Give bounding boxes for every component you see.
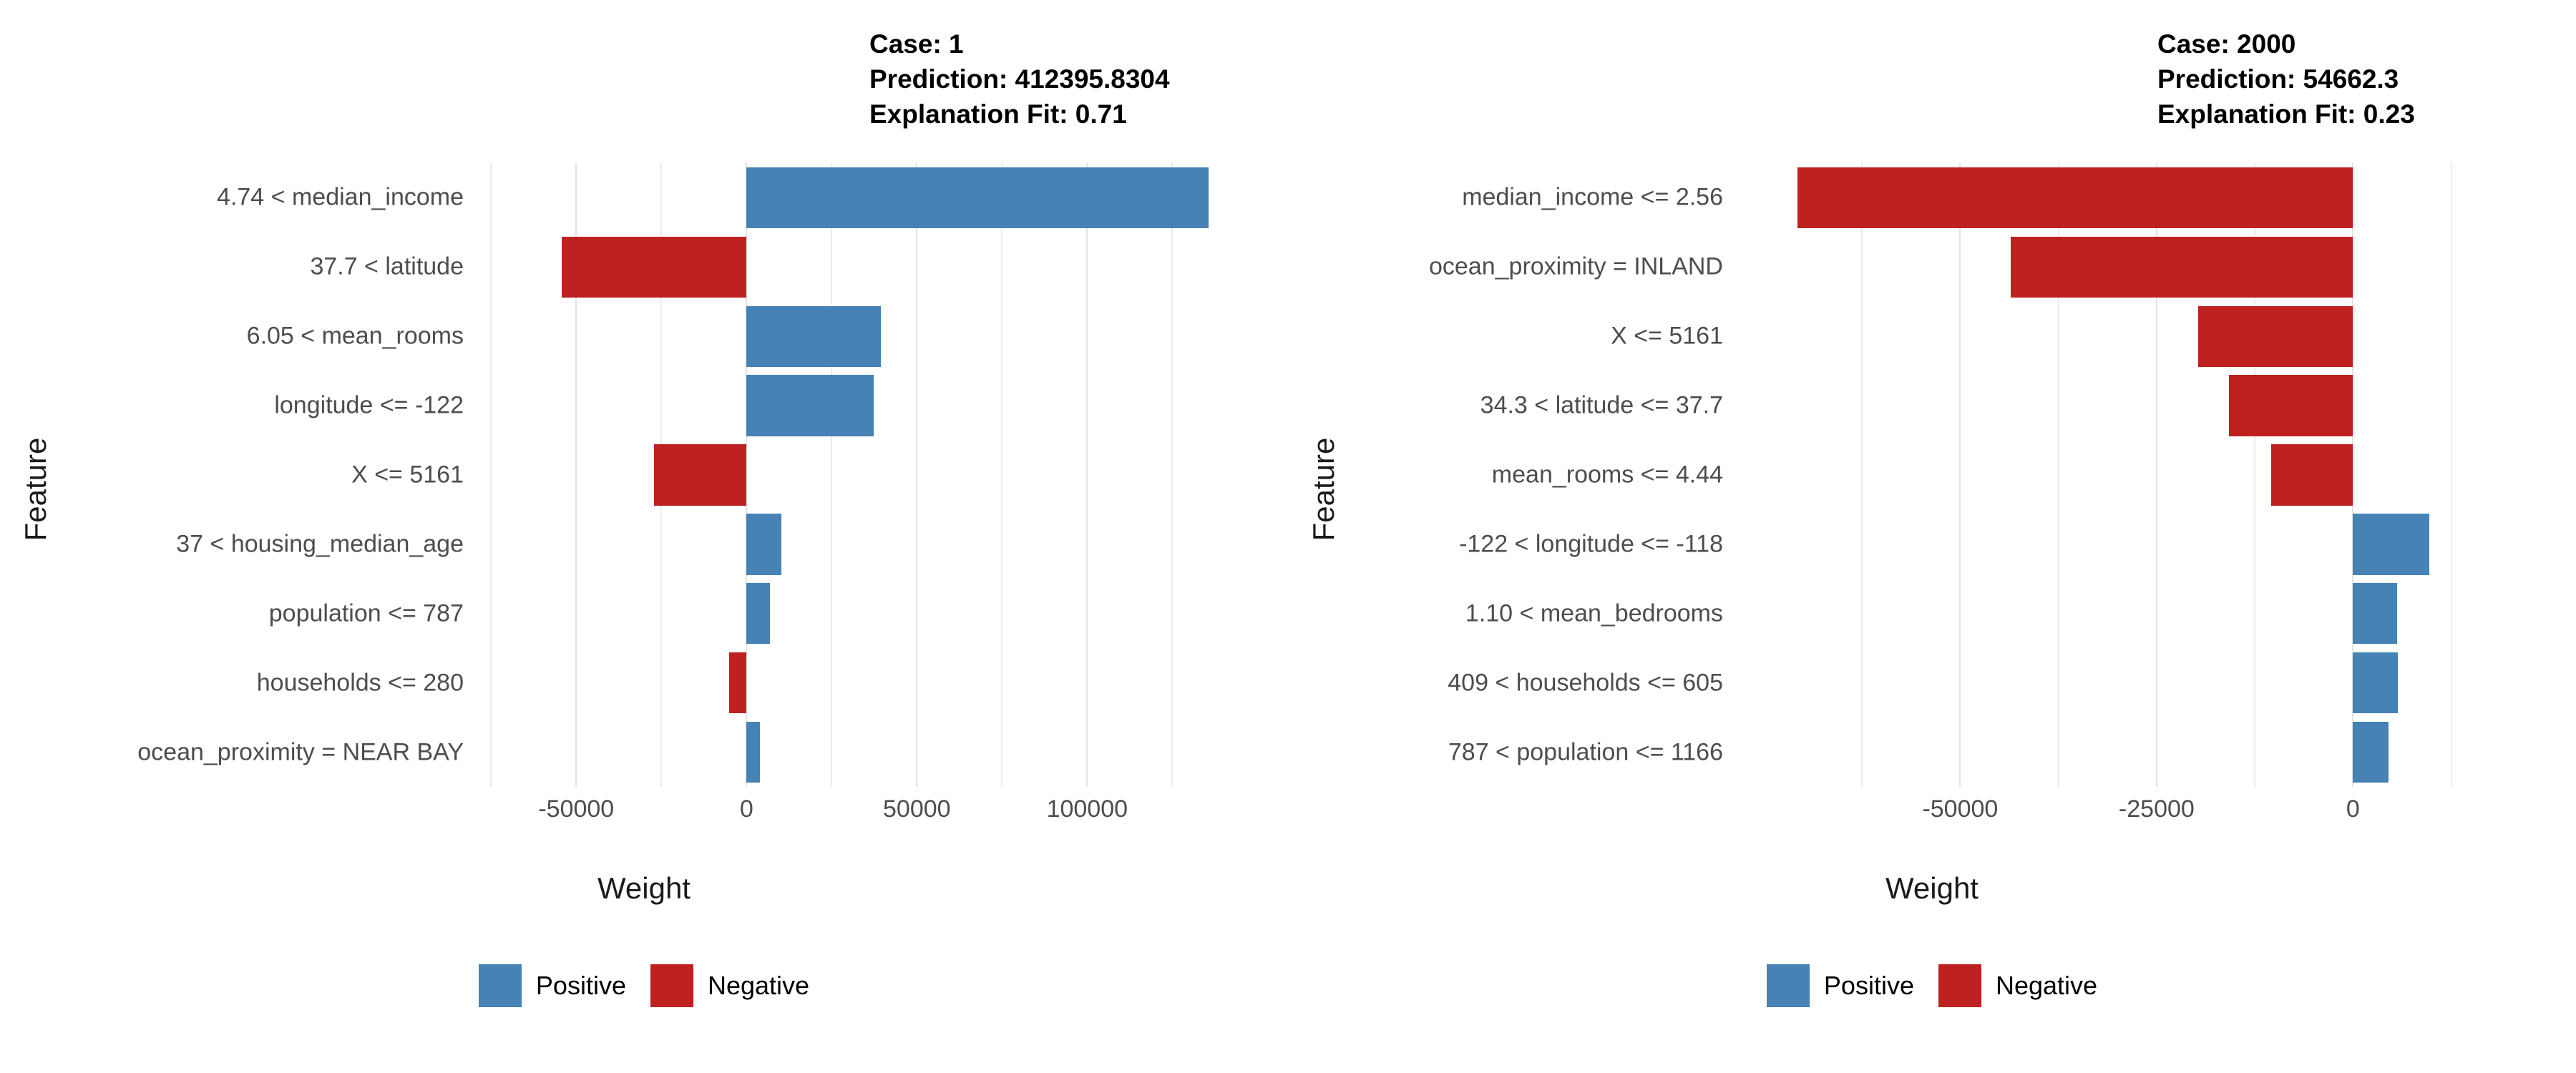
bar[interactable] <box>2353 721 2389 783</box>
legend: Positive Negative <box>1288 964 2576 1007</box>
x-tick-label: 0 <box>2346 795 2360 823</box>
y-tick-label: mean_rooms <= 4.44 <box>1491 461 1723 489</box>
bar[interactable] <box>2228 375 2353 436</box>
legend-item-positive[interactable]: Positive <box>1766 964 1914 1007</box>
bar-row <box>481 167 1234 229</box>
y-axis-title: Feature <box>19 437 52 542</box>
x-tick-label: -50000 <box>1922 795 1999 823</box>
x-tick-label: -25000 <box>2118 795 2195 823</box>
x-tick-label: 0 <box>739 795 753 823</box>
bar[interactable] <box>746 721 761 783</box>
y-tick-label: 37 < housing_median_age <box>176 530 464 558</box>
x-tick-label: -50000 <box>538 795 615 823</box>
bar-row <box>481 721 1234 783</box>
bar-row <box>481 375 1234 436</box>
y-tick-label: population <= 787 <box>268 599 464 627</box>
bar-row <box>481 652 1234 714</box>
y-tick-label: X <= 5161 <box>1611 322 1723 350</box>
legend-item-negative[interactable]: Negative <box>650 964 809 1007</box>
legend-label: Negative <box>707 971 810 1000</box>
legend-swatch-icon <box>650 964 693 1007</box>
x-tick-label: 50000 <box>883 795 951 823</box>
bar[interactable] <box>746 583 771 645</box>
bar-row <box>481 305 1234 367</box>
legend-label: Positive <box>535 971 626 1000</box>
bar-row <box>1740 305 2479 367</box>
bar[interactable] <box>2010 236 2353 298</box>
bar[interactable] <box>653 444 747 506</box>
plot-area <box>481 163 1234 787</box>
y-tick-label: 6.05 < mean_rooms <box>246 322 464 350</box>
facet-title-line-case: Case: 1 <box>869 29 964 59</box>
bar-row <box>1740 236 2479 298</box>
facet-title-case-1: Case: 1 Prediction: 412395.8304 Explanat… <box>869 27 1170 132</box>
x-tick-label: 100000 <box>1046 795 1128 823</box>
bar-row <box>1740 652 2479 714</box>
bar-row <box>481 444 1234 506</box>
facet-title-line-fit: Explanation Fit: 0.23 <box>2157 99 2415 129</box>
y-tick-label: 4.74 < median_income <box>217 183 464 211</box>
y-tick-label-group: 4.74 < median_income 37.7 < latitude 6.05 … <box>86 163 464 787</box>
y-tick-label: -122 < longitude <= -118 <box>1459 530 1723 558</box>
bar-row <box>1740 167 2479 229</box>
bar-group <box>1740 163 2479 787</box>
bar[interactable] <box>746 167 1209 229</box>
bar[interactable] <box>2270 444 2353 506</box>
y-tick-label: households <= 280 <box>256 669 464 697</box>
legend-swatch-icon <box>1938 964 1981 1007</box>
bar-row <box>1740 444 2479 506</box>
bar-row <box>1740 583 2479 645</box>
panel-case-2000: Case: 2000 Prediction: 54662.3 Explanati… <box>1288 0 2576 1073</box>
y-tick-label: 787 < population <= 1166 <box>1448 738 1723 766</box>
x-axis-title: Weight <box>597 871 691 905</box>
bar[interactable] <box>746 514 782 575</box>
y-tick-label-group: median_income <= 2.56 ocean_proximity = I… <box>1331 163 1723 787</box>
bar-group <box>481 163 1234 787</box>
legend-label: Negative <box>1995 971 2098 1000</box>
x-axis-title: Weight <box>1885 871 1979 905</box>
legend-swatch-icon <box>1766 964 1810 1007</box>
bar-row <box>1740 375 2479 436</box>
facet-title-line-fit: Explanation Fit: 0.71 <box>869 99 1127 129</box>
legend-item-negative[interactable]: Negative <box>1938 964 2097 1007</box>
legend-item-positive[interactable]: Positive <box>478 964 626 1007</box>
bar[interactable] <box>2198 305 2353 367</box>
y-tick-label: ocean_proximity = NEAR BAY <box>137 738 464 766</box>
bar-row <box>481 514 1234 575</box>
y-tick-label: median_income <= 2.56 <box>1462 183 1723 211</box>
bar-row <box>481 236 1234 298</box>
y-tick-label: 1.10 < mean_bedrooms <box>1465 599 1723 627</box>
bar-row <box>481 583 1234 645</box>
bar[interactable] <box>729 652 747 714</box>
facet-title-line-case: Case: 2000 <box>2157 29 2296 59</box>
bar[interactable] <box>2353 652 2398 714</box>
bar[interactable] <box>2353 583 2397 645</box>
legend: Positive Negative <box>0 964 1288 1007</box>
plot-area <box>1740 163 2479 787</box>
y-tick-label: longitude <= -122 <box>274 391 464 419</box>
y-tick-label: 37.7 < latitude <box>310 253 464 280</box>
bar[interactable] <box>562 236 747 298</box>
y-tick-label: 409 < households <= 605 <box>1448 669 1723 697</box>
bar-row <box>1740 721 2479 783</box>
facet-title-line-prediction: Prediction: 412395.8304 <box>869 64 1170 94</box>
legend-label: Positive <box>1823 971 1914 1000</box>
bar[interactable] <box>746 305 882 367</box>
x-tick-label-group: -50000 0 50000 100000 <box>481 795 1234 831</box>
legend-swatch-icon <box>478 964 522 1007</box>
bar[interactable] <box>746 375 874 436</box>
lime-explanation-figure: Case: 1 Prediction: 412395.8304 Explanat… <box>0 0 2576 1073</box>
bar[interactable] <box>2353 514 2429 575</box>
facet-title-line-prediction: Prediction: 54662.3 <box>2157 64 2399 94</box>
panel-case-1: Case: 1 Prediction: 412395.8304 Explanat… <box>0 0 1288 1073</box>
y-tick-label: X <= 5161 <box>351 461 464 489</box>
y-tick-label: 34.3 < latitude <= 37.7 <box>1480 391 1723 419</box>
bar[interactable] <box>1797 167 2353 229</box>
facet-title-case-2000: Case: 2000 Prediction: 54662.3 Explanati… <box>2157 27 2415 132</box>
x-tick-label-group: -50000 -25000 0 <box>1740 795 2479 831</box>
bar-row <box>1740 514 2479 575</box>
y-tick-label: ocean_proximity = INLAND <box>1428 253 1723 280</box>
